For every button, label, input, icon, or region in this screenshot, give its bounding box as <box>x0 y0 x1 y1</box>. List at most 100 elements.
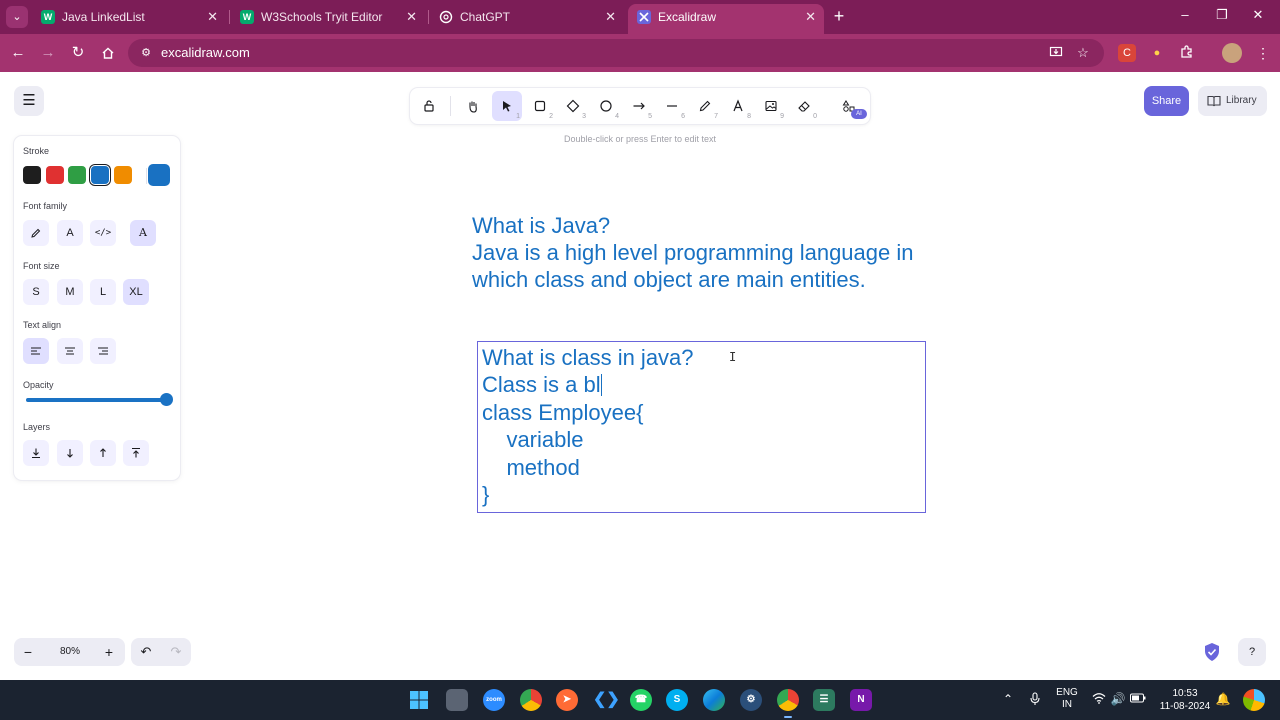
stroke-color-black[interactable] <box>23 166 41 184</box>
text-tool-icon[interactable]: 8 <box>723 91 753 121</box>
font-code-icon[interactable]: </> <box>90 220 116 246</box>
zoom-in-button[interactable]: + <box>95 638 123 666</box>
undo-icon[interactable]: ↶ <box>131 638 161 666</box>
whatsapp-icon[interactable]: ☎ <box>630 689 652 711</box>
image-icon[interactable]: 9 <box>756 91 786 121</box>
font-normal-icon[interactable]: A <box>57 220 83 246</box>
font-picker-icon[interactable]: A <box>130 220 156 246</box>
minimize-icon[interactable]: – <box>1175 7 1195 22</box>
send-backward-icon[interactable] <box>57 440 83 466</box>
tab-w3schools-tryit[interactable]: W W3Schools Tryit Editor ✕ <box>231 4 425 30</box>
close-tab-icon[interactable]: ✕ <box>605 4 616 30</box>
bring-forward-icon[interactable] <box>90 440 116 466</box>
windows-start-icon[interactable] <box>408 689 430 711</box>
hand-icon[interactable] <box>458 91 488 121</box>
back-arrow-icon[interactable]: ← <box>8 43 28 63</box>
help-question-icon[interactable]: ? <box>1238 638 1266 666</box>
font-hand-drawn-icon[interactable] <box>23 220 49 246</box>
tab-excalidraw[interactable]: Excalidraw ✕ <box>628 4 824 34</box>
opacity-slider-track[interactable] <box>26 398 170 402</box>
bring-to-front-icon[interactable] <box>123 440 149 466</box>
zoom-level[interactable]: 80% <box>50 638 90 666</box>
clock[interactable]: 10:53 11-08-2024 <box>1156 687 1214 713</box>
onenote-icon[interactable]: N <box>850 689 872 711</box>
library-button[interactable]: Library <box>1198 86 1267 116</box>
new-tab-button[interactable]: + <box>829 6 849 26</box>
selection-tool-icon[interactable]: 1 <box>492 91 522 121</box>
current-stroke-color[interactable] <box>148 164 170 186</box>
stroke-color-green[interactable] <box>68 166 86 184</box>
notification-bell-icon[interactable]: 🔔 <box>1215 692 1231 706</box>
forward-arrow-icon[interactable]: → <box>38 43 58 63</box>
shortcut-key: 5 <box>648 113 652 120</box>
text-align-label: Text align <box>23 320 62 330</box>
canvas-text-java-definition[interactable]: What is Java? Java is a high level progr… <box>472 212 913 293</box>
align-left-icon[interactable] <box>23 338 49 364</box>
pencil-draw-icon[interactable]: 7 <box>690 91 720 121</box>
skype-icon[interactable]: S <box>666 689 688 711</box>
share-button[interactable]: Share <box>1144 86 1189 116</box>
font-size-xl-button[interactable]: XL <box>123 279 149 305</box>
site-info-icon[interactable]: ⚙ <box>138 45 154 61</box>
extensions-puzzle-icon[interactable] <box>1178 44 1196 62</box>
main-menu-hamburger-icon[interactable]: ☰ <box>14 86 44 116</box>
copilot-icon[interactable] <box>1243 689 1265 711</box>
volume-icon[interactable]: 🔊 <box>1110 692 1126 706</box>
zoom-app-icon[interactable]: zoom <box>483 689 505 711</box>
excalidraw-canvas[interactable]: ☰ 1 2 3 4 5 6 7 8 9 0 AI Double-click or… <box>0 72 1280 680</box>
microphone-icon[interactable] <box>1027 692 1043 709</box>
stroke-color-red[interactable] <box>46 166 64 184</box>
tab-search-chevron-icon[interactable]: ⌄ <box>6 6 28 28</box>
wifi-icon[interactable] <box>1091 692 1107 707</box>
postman-icon[interactable]: ➤ <box>556 689 578 711</box>
notepad-icon[interactable]: ☰ <box>813 689 835 711</box>
stroke-color-blue[interactable] <box>91 166 109 184</box>
font-size-m-button[interactable]: M <box>57 279 83 305</box>
close-tab-icon[interactable]: ✕ <box>805 4 816 30</box>
rectangle-icon[interactable]: 2 <box>525 91 555 121</box>
close-window-icon[interactable]: ✕ <box>1248 7 1268 23</box>
extension-c-icon[interactable]: C <box>1118 44 1136 62</box>
browser-menu-icon[interactable]: ⋮ <box>1254 44 1272 62</box>
diamond-icon[interactable]: 3 <box>558 91 588 121</box>
chrome-icon[interactable] <box>520 689 542 711</box>
show-hidden-icons-chevron-icon[interactable]: ⌃ <box>1000 692 1016 706</box>
eraser-icon[interactable]: 0 <box>789 91 819 121</box>
tab-chatgpt[interactable]: ChatGPT ✕ <box>430 4 624 30</box>
extension-bulb-icon[interactable]: ● <box>1148 44 1166 62</box>
chrome-profile-icon[interactable] <box>777 689 799 718</box>
send-to-back-icon[interactable] <box>23 440 49 466</box>
arrow-icon[interactable]: 5 <box>624 91 654 121</box>
align-right-icon[interactable] <box>90 338 116 364</box>
shield-check-icon[interactable] <box>1203 642 1221 662</box>
vscode-icon[interactable]: ❮❯ <box>593 689 620 711</box>
lock-icon[interactable] <box>414 91 444 121</box>
language-indicator[interactable]: ENG IN <box>1053 687 1081 711</box>
battery-icon[interactable] <box>1130 692 1146 706</box>
edge-icon[interactable] <box>703 689 725 711</box>
profile-avatar[interactable] <box>1222 43 1242 63</box>
close-tab-icon[interactable]: ✕ <box>207 4 218 30</box>
text-edit-box[interactable]: What is class in java? Class is a bl cla… <box>477 341 926 513</box>
redo-icon[interactable]: ↷ <box>161 638 191 666</box>
address-bar[interactable]: ⚙ excalidraw.com ☆ <box>128 39 1104 67</box>
close-tab-icon[interactable]: ✕ <box>406 4 417 30</box>
settings-gear-icon[interactable]: ⚙ <box>740 689 762 711</box>
task-view-icon[interactable] <box>446 689 468 711</box>
clock-date: 11-08-2024 <box>1159 701 1211 712</box>
opacity-slider-thumb[interactable] <box>160 393 173 406</box>
line-icon[interactable]: 6 <box>657 91 687 121</box>
zoom-out-button[interactable]: − <box>14 638 42 666</box>
tab-java-linkedlist[interactable]: W Java LinkedList ✕ <box>32 4 226 30</box>
bookmark-star-icon[interactable]: ☆ <box>1075 45 1091 61</box>
editing-text[interactable]: What is class in java? Class is a bl cla… <box>482 344 694 508</box>
reload-icon[interactable]: ↻ <box>68 43 88 63</box>
font-size-s-button[interactable]: S <box>23 279 49 305</box>
font-size-l-button[interactable]: L <box>90 279 116 305</box>
align-center-icon[interactable] <box>57 338 83 364</box>
home-icon[interactable] <box>98 43 118 63</box>
stroke-color-orange[interactable] <box>114 166 132 184</box>
install-app-icon[interactable] <box>1048 45 1064 61</box>
ellipse-icon[interactable]: 4 <box>591 91 621 121</box>
restore-icon[interactable]: ❐ <box>1212 7 1232 23</box>
